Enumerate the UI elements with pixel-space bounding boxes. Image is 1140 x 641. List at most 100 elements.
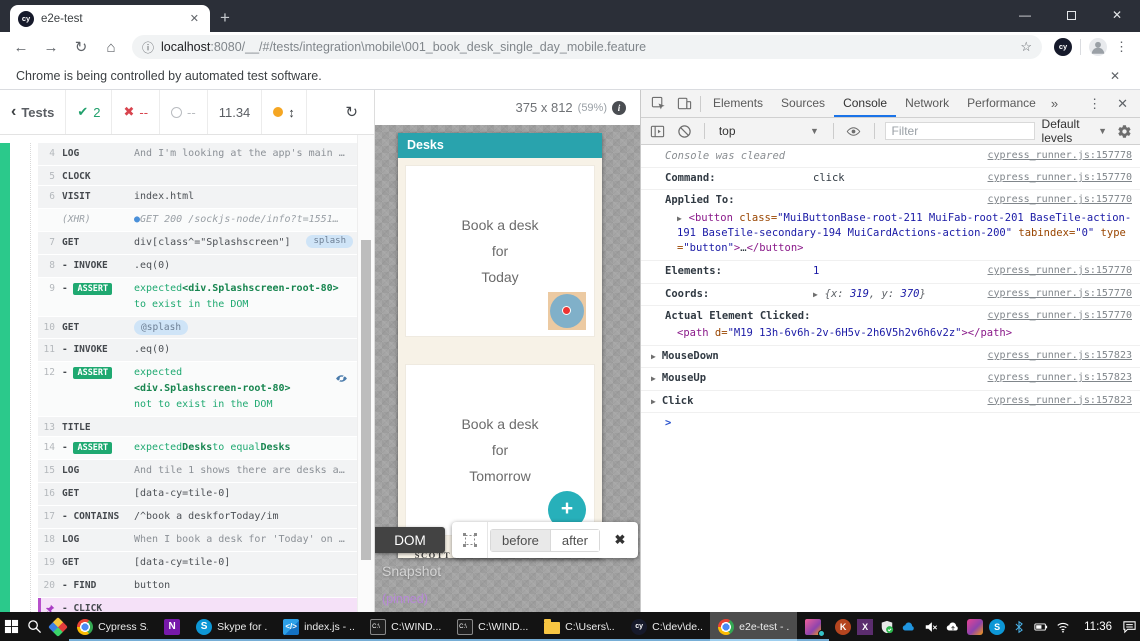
command-row[interactable]: 13 TITLE bbox=[38, 417, 357, 438]
address-bar[interactable]: ⓘ localhost:8080/__/#/tests/integration\… bbox=[132, 35, 1042, 59]
book-tomorrow-tile[interactable]: Book a desk for Tomorrow + bbox=[405, 364, 595, 536]
console-message[interactable]: Console was cleared cypress_runner.js:157… bbox=[641, 146, 1140, 169]
tab-close-icon[interactable]: ✕ bbox=[187, 11, 202, 26]
action-center-icon[interactable] bbox=[1119, 612, 1140, 641]
more-tabs-icon[interactable]: » bbox=[1045, 96, 1064, 111]
command-row[interactable]: 19 GET [data-cy=tile-0] bbox=[38, 552, 357, 576]
expand-arrow-icon[interactable]: ▶ bbox=[651, 349, 662, 363]
launcher-icon[interactable] bbox=[46, 612, 69, 641]
command-row[interactable]: 10 GET @splash bbox=[38, 317, 357, 340]
cypress-extension-icon[interactable]: cy bbox=[1054, 38, 1072, 56]
command-row[interactable]: 14 - ASSERT expected Desks to equal Desks bbox=[38, 437, 357, 461]
taskbar-app-colorapp[interactable] bbox=[797, 612, 829, 641]
eye-icon[interactable] bbox=[844, 118, 864, 144]
alias-pill[interactable]: splash bbox=[306, 235, 353, 248]
forward-icon[interactable]: → bbox=[38, 39, 64, 56]
page-info-icon[interactable]: ⓘ bbox=[142, 39, 154, 56]
hidden-element-eye-icon[interactable] bbox=[335, 365, 353, 387]
skype-tray-icon[interactable]: S bbox=[989, 618, 1006, 635]
console-prompt[interactable]: > bbox=[641, 413, 1140, 434]
onedrive-icon[interactable] bbox=[901, 619, 917, 635]
autohotkey-icon[interactable]: K bbox=[835, 618, 852, 635]
console-source-link[interactable]: cypress_runner.js:157823 bbox=[978, 349, 1133, 364]
console-source-link[interactable]: cypress_runner.js:157770 bbox=[978, 287, 1133, 302]
bluetooth-icon[interactable] bbox=[1011, 619, 1027, 635]
console-message[interactable]: Command: click cypress_runner.js:157770 bbox=[641, 168, 1140, 191]
browser-menu-icon[interactable]: ⋮ bbox=[1115, 39, 1128, 55]
context-selector[interactable]: top ▼ bbox=[715, 122, 823, 140]
book-today-fab-button[interactable] bbox=[548, 292, 586, 330]
taskbar-clock[interactable]: 11:36 bbox=[1077, 612, 1119, 641]
taskbar-app-onenote[interactable]: N bbox=[156, 612, 188, 641]
console-message[interactable]: ▶ MouseDown cypress_runner.js:157823 bbox=[641, 346, 1140, 369]
command-row[interactable]: 11 - INVOKE .eq(0) bbox=[38, 339, 357, 363]
taskbar-app-chrome[interactable]: Cypress S... bbox=[69, 612, 156, 641]
console-source-link[interactable]: cypress_runner.js:157823 bbox=[978, 371, 1133, 386]
wifi-icon[interactable] bbox=[1055, 619, 1071, 635]
rerun-tests-icon[interactable]: ↻ bbox=[334, 90, 374, 134]
inspect-element-icon[interactable] bbox=[645, 91, 671, 117]
browser-tab[interactable]: cy e2e-test ✕ bbox=[10, 5, 210, 32]
tab-sources[interactable]: Sources bbox=[772, 90, 834, 117]
new-tab-button[interactable]: + bbox=[220, 8, 230, 28]
console-message[interactable]: ▶ MouseUp cypress_runner.js:157823 bbox=[641, 368, 1140, 391]
expand-arrow-icon[interactable]: ▶ bbox=[651, 394, 662, 408]
console-source-link[interactable]: cypress_runner.js:157770 bbox=[978, 309, 1133, 324]
book-today-tile[interactable]: Book a desk for Today bbox=[405, 165, 595, 337]
volume-muted-icon[interactable] bbox=[923, 619, 939, 635]
defender-icon[interactable] bbox=[879, 619, 895, 635]
restore-icon[interactable] bbox=[1048, 0, 1094, 30]
taskbar-app-chrome[interactable]: e2e-test - ... bbox=[710, 612, 798, 641]
snapshot-close-icon[interactable]: ✖ bbox=[602, 522, 638, 558]
devtools-menu-icon[interactable]: ⋮ bbox=[1080, 96, 1109, 112]
command-row[interactable]: 18 LOG When I book a desk for 'Today' on … bbox=[38, 529, 357, 553]
command-row[interactable]: 17 - CONTAINS /^book a deskforToday/im bbox=[38, 506, 357, 530]
clicked-command-row[interactable]: - CLICK bbox=[38, 598, 357, 612]
device-toolbar-icon[interactable] bbox=[671, 91, 697, 117]
taskbar-app-cmd[interactable]: C:\ C:\WIND... bbox=[362, 612, 449, 641]
console-filter-input[interactable] bbox=[884, 122, 1035, 140]
close-icon[interactable]: ✕ bbox=[1094, 0, 1140, 30]
home-icon[interactable]: ⌂ bbox=[98, 39, 124, 56]
console-source-link[interactable]: cypress_runner.js:157823 bbox=[978, 394, 1133, 409]
taskbar-app-skype[interactable]: S Skype for ... bbox=[188, 612, 275, 641]
command-row[interactable]: 8 - INVOKE .eq(0) bbox=[38, 255, 357, 278]
console-message[interactable]: Elements: 1 cypress_runner.js:157770 bbox=[641, 261, 1140, 284]
scrollbar-thumb[interactable] bbox=[361, 240, 371, 560]
tab-performance[interactable]: Performance bbox=[958, 90, 1045, 117]
avatar[interactable] bbox=[1089, 38, 1107, 56]
start-button[interactable] bbox=[0, 612, 23, 641]
search-icon[interactable] bbox=[23, 612, 46, 641]
console-sidebar-icon[interactable] bbox=[647, 118, 667, 144]
gear-icon[interactable] bbox=[1114, 118, 1134, 144]
battery-icon[interactable] bbox=[1033, 619, 1049, 635]
command-row[interactable]: 7 GET div[class^="Splashscreen"] splash bbox=[38, 232, 357, 255]
log-scrollbar[interactable] bbox=[357, 135, 374, 612]
console-source-link[interactable]: cypress_runner.js:157770 bbox=[978, 264, 1133, 279]
command-row[interactable]: 5 CLOCK bbox=[38, 166, 357, 186]
taskbar-app-folder[interactable]: C:\Users\... bbox=[536, 612, 623, 641]
tab-elements[interactable]: Elements bbox=[704, 90, 772, 117]
auto-scroll-toggle[interactable]: ↕ bbox=[262, 90, 307, 134]
reload-icon[interactable]: ↻ bbox=[68, 38, 94, 56]
expand-arrow-icon[interactable]: ▶ bbox=[651, 371, 662, 385]
taskbar-app-vscode[interactable]: </> index.js - ... bbox=[275, 612, 362, 641]
after-button[interactable]: after bbox=[549, 529, 599, 551]
before-button[interactable]: before bbox=[491, 529, 550, 551]
console-message[interactable]: Applied To: cypress_runner.js:157770 ▶ <bu… bbox=[641, 190, 1140, 262]
console-message[interactable]: Actual Element Clicked: cypress_runner.js… bbox=[641, 306, 1140, 347]
backup-cloud-icon[interactable] bbox=[945, 619, 961, 635]
viewport-info-icon[interactable]: i bbox=[612, 100, 626, 115]
command-row[interactable]: 9 - ASSERT expected <div.Splashscreen-root… bbox=[38, 278, 357, 317]
console-source-link[interactable]: cypress_runner.js:157770 bbox=[978, 171, 1133, 186]
taskbar-app-cmd[interactable]: C:\ C:\WIND... bbox=[449, 612, 536, 641]
minimize-icon[interactable]: — bbox=[1002, 0, 1048, 30]
infobar-close-icon[interactable]: ✕ bbox=[1110, 69, 1124, 83]
console-html-detail[interactable]: <path d="M19 13h-6v6h-2v-6H5v-2h6V5h2v6h… bbox=[665, 324, 1132, 342]
command-row[interactable]: 4 LOG And I'm looking at the app's main … bbox=[38, 143, 357, 166]
tab-console[interactable]: Console bbox=[834, 90, 896, 117]
snapshot-highlight-toggle[interactable] bbox=[452, 522, 488, 558]
devtools-close-icon[interactable]: ✕ bbox=[1109, 96, 1136, 112]
back-icon[interactable]: ← bbox=[8, 39, 34, 56]
command-row[interactable]: 6 VISIT index.html bbox=[38, 186, 357, 209]
